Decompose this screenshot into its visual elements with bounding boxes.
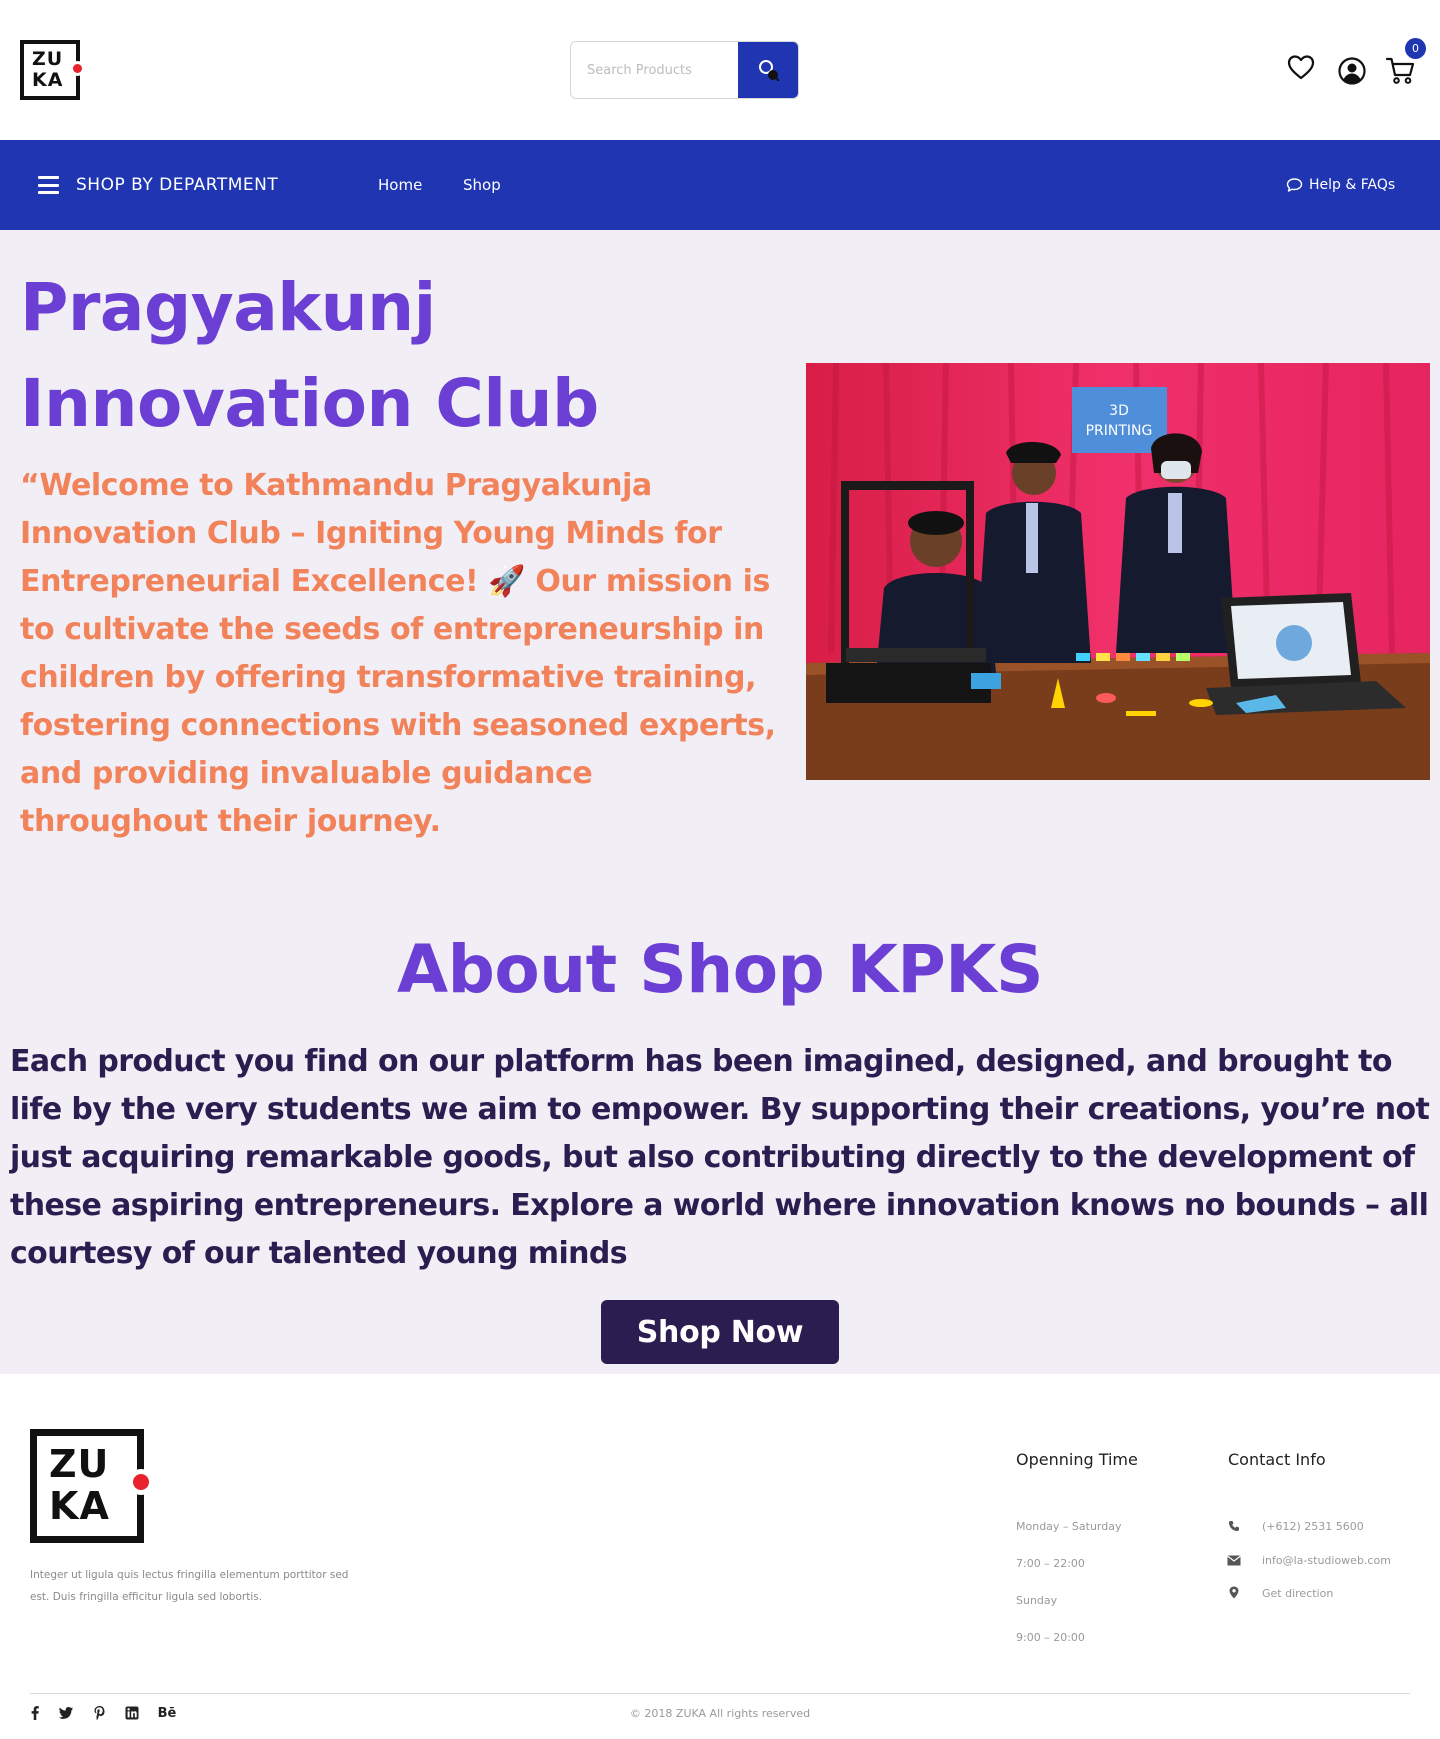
footer-description: Integer ut ligula quis lectus fringilla … [30,1569,349,1603]
cart-icon[interactable] [1385,55,1415,85]
envelope-icon [1227,1555,1241,1566]
cart-count-badge: 0 [1405,38,1426,59]
footer-logo-dot [133,1474,149,1490]
main-content: Pragyakunj Innovation Club “Welcome to K… [0,230,1440,1374]
contact-email[interactable]: info@la-studioweb.com [1262,1554,1391,1567]
about-text: Each product you find on our platform ha… [10,1044,1430,1271]
sign-line-2: PRINTING [1086,423,1153,439]
hero-image-students-3d-printing: 3D PRINTING [806,363,1430,780]
search-form [570,41,799,99]
nav-link-shop[interactable]: Shop [463,140,501,230]
opening-days-weekday: Monday – Saturday [1016,1520,1122,1533]
opening-hours-weekday: 7:00 – 22:00 [1016,1557,1085,1570]
search-icon [759,60,780,81]
shop-by-department-button[interactable]: SHOP BY DEPARTMENT [38,140,278,230]
logo-line-2: KA [32,69,64,91]
footer-divider [30,1693,1410,1694]
contact-info-title: Contact Info [1228,1450,1326,1469]
footer-logo-line-1: ZU [49,1442,110,1486]
department-label: SHOP BY DEPARTMENT [76,175,279,195]
about-title: About Shop KPKS [397,931,1043,1008]
contact-phone[interactable]: (+612) 2531 5600 [1262,1520,1364,1533]
logo-line-1: ZU [32,48,64,70]
search-input[interactable] [571,42,741,98]
copyright-text: © 2018 ZUKA All rights reserved [629,1707,811,1720]
help-label: Help & FAQs [1309,177,1396,193]
main-navigation: SHOP BY DEPARTMENT Home Shop Help & FAQs [0,140,1440,230]
nav-link-home[interactable]: Home [378,140,422,230]
site-footer: ZU KA Integer ut ligula quis lectus frin… [0,1374,1440,1739]
logo-dot [73,64,82,73]
shop-now-button[interactable]: Shop Now [601,1300,839,1364]
site-logo[interactable]: ZU KA [20,40,82,100]
footer-logo-line-2: KA [49,1484,110,1528]
map-pin-icon [1229,1586,1239,1599]
heart-icon[interactable] [1286,52,1316,82]
help-faqs-link[interactable]: Help & FAQs [1286,140,1395,230]
site-header: ZU KA 0 [0,0,1440,140]
opening-time-title: Openning Time [1016,1450,1138,1469]
phone-icon [1229,1521,1239,1531]
user-icon[interactable] [1337,56,1367,86]
search-button[interactable] [738,42,798,98]
menu-icon [38,176,59,194]
get-direction-link[interactable]: Get direction [1262,1587,1333,1600]
footer-logo[interactable]: ZU KA [30,1429,149,1543]
opening-hours-sunday: 9:00 – 20:00 [1016,1631,1085,1644]
sign-line-1: 3D [1109,403,1129,419]
opening-days-sunday: Sunday [1016,1594,1058,1607]
chat-bubble-icon [1286,178,1303,192]
hero-title: Pragyakunj Innovation Club [20,269,599,442]
hero-text: “Welcome to Kathmandu Pragyakunja Innova… [20,468,776,839]
